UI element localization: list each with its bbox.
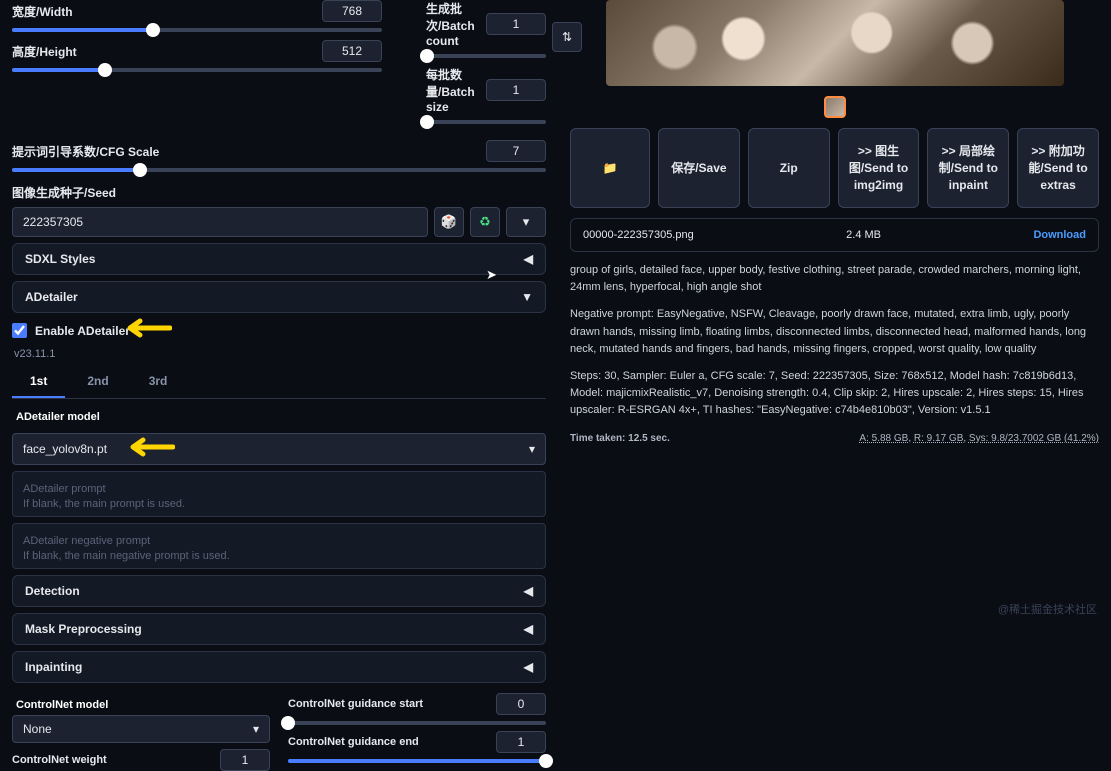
extra-seed-toggle[interactable]: ▾ — [506, 207, 546, 237]
chevron-down-icon: ▼ — [521, 290, 533, 304]
batch-size-value[interactable]: 1 — [486, 79, 546, 101]
send-to-inpaint-button[interactable]: >> 局部绘制/Send to inpaint — [927, 128, 1009, 208]
height-label: 高度/Height — [12, 43, 77, 60]
adetailer-neg-prompt-input[interactable]: ADetailer negative prompt If blank, the … — [12, 523, 546, 569]
output-filename: 00000-222357305.png — [583, 229, 694, 241]
tab-3rd[interactable]: 3rd — [131, 366, 186, 398]
chevron-left-icon: ◀ — [524, 622, 533, 636]
cn-end-label: ControlNet guidance end — [288, 736, 419, 748]
generation-meta: Steps: 30, Sampler: Euler a, CFG scale: … — [570, 368, 1099, 419]
sdxl-styles-accordion[interactable]: SDXL Styles◀ — [12, 243, 546, 275]
cn-end-value[interactable]: 1 — [496, 731, 546, 753]
vram-info: A: 5.88 GB, R: 9.17 GB, Sys: 9.8/23.7002… — [859, 433, 1099, 444]
open-folder-button[interactable]: 📁 — [570, 128, 650, 208]
detection-accordion[interactable]: Detection◀ — [12, 575, 546, 607]
inpainting-accordion[interactable]: Inpainting◀ — [12, 651, 546, 683]
cn-end-slider[interactable] — [288, 759, 546, 763]
reuse-seed-button[interactable]: ♻ — [470, 207, 500, 237]
send-to-extras-button[interactable]: >> 附加功能/Send to extras — [1017, 128, 1099, 208]
generation-neg-prompt: Negative prompt: EasyNegative, NSFW, Cle… — [570, 306, 1099, 357]
chevron-left-icon: ◀ — [524, 660, 533, 674]
mask-preprocessing-accordion[interactable]: Mask Preprocessing◀ — [12, 613, 546, 645]
watermark: @稀土掘金技术社区 — [998, 601, 1097, 617]
zip-button[interactable]: Zip — [748, 128, 830, 208]
tab-2nd[interactable]: 2nd — [69, 366, 126, 398]
swap-dimensions-button[interactable]: ⇅ — [552, 22, 582, 52]
height-value[interactable]: 512 — [322, 40, 382, 62]
send-to-img2img-button[interactable]: >> 图生图/Send to img2img — [838, 128, 920, 208]
save-button[interactable]: 保存/Save — [658, 128, 740, 208]
width-value[interactable]: 768 — [322, 0, 382, 22]
enable-adetailer-checkbox[interactable] — [12, 323, 27, 338]
cfg-value[interactable]: 7 — [486, 140, 546, 162]
cn-weight-label: ControlNet weight — [12, 754, 107, 766]
cn-weight-value[interactable]: 1 — [220, 749, 270, 771]
batch-count-value[interactable]: 1 — [486, 13, 546, 35]
output-filesize: 2.4 MB — [846, 229, 881, 241]
seed-label: 图像生成种子/Seed — [12, 184, 546, 201]
output-image[interactable] — [606, 0, 1064, 86]
generation-prompt: group of girls, detailed face, upper bod… — [570, 262, 1099, 296]
cfg-label: 提示词引导系数/CFG Scale — [12, 143, 159, 160]
cn-start-value[interactable]: 0 — [496, 693, 546, 715]
enable-adetailer-label: Enable ADetailer — [35, 324, 130, 338]
time-taken: Time taken: 12.5 sec. — [570, 433, 670, 444]
adetailer-version: v23.11.1 — [12, 348, 546, 360]
seed-input[interactable] — [12, 207, 428, 237]
adetailer-prompt-input[interactable]: ADetailer prompt If blank, the main prom… — [12, 471, 546, 517]
adetailer-model-label: ADetailer model — [16, 411, 546, 423]
output-thumbnail[interactable] — [824, 96, 846, 118]
adetailer-model-dropdown[interactable]: face_yolov8n.pt▾ — [12, 433, 546, 465]
folder-icon: 📁 — [603, 160, 618, 177]
chevron-left-icon: ◀ — [524, 584, 533, 598]
cn-model-dropdown[interactable]: None▾ — [12, 715, 270, 743]
cn-start-label: ControlNet guidance start — [288, 698, 423, 710]
cfg-slider[interactable] — [12, 168, 546, 172]
batch-count-label: 生成批次/Batch count — [426, 0, 486, 48]
batch-size-label: 每批数量/Batch size — [426, 66, 486, 114]
chevron-down-icon: ▾ — [253, 722, 259, 736]
adetailer-accordion[interactable]: ADetailer▼ — [12, 281, 546, 313]
height-slider[interactable] — [12, 68, 382, 72]
download-link[interactable]: Download — [1033, 229, 1086, 241]
batch-size-slider[interactable] — [426, 120, 546, 124]
tab-1st[interactable]: 1st — [12, 366, 65, 398]
chevron-left-icon: ◀ — [524, 252, 533, 266]
cn-model-label: ControlNet model — [16, 699, 270, 711]
chevron-down-icon: ▾ — [529, 442, 535, 456]
batch-count-slider[interactable] — [426, 54, 546, 58]
cn-start-slider[interactable] — [288, 721, 546, 725]
random-seed-button[interactable]: 🎲 — [434, 207, 464, 237]
width-label: 宽度/Width — [12, 3, 73, 20]
width-slider[interactable] — [12, 28, 382, 32]
